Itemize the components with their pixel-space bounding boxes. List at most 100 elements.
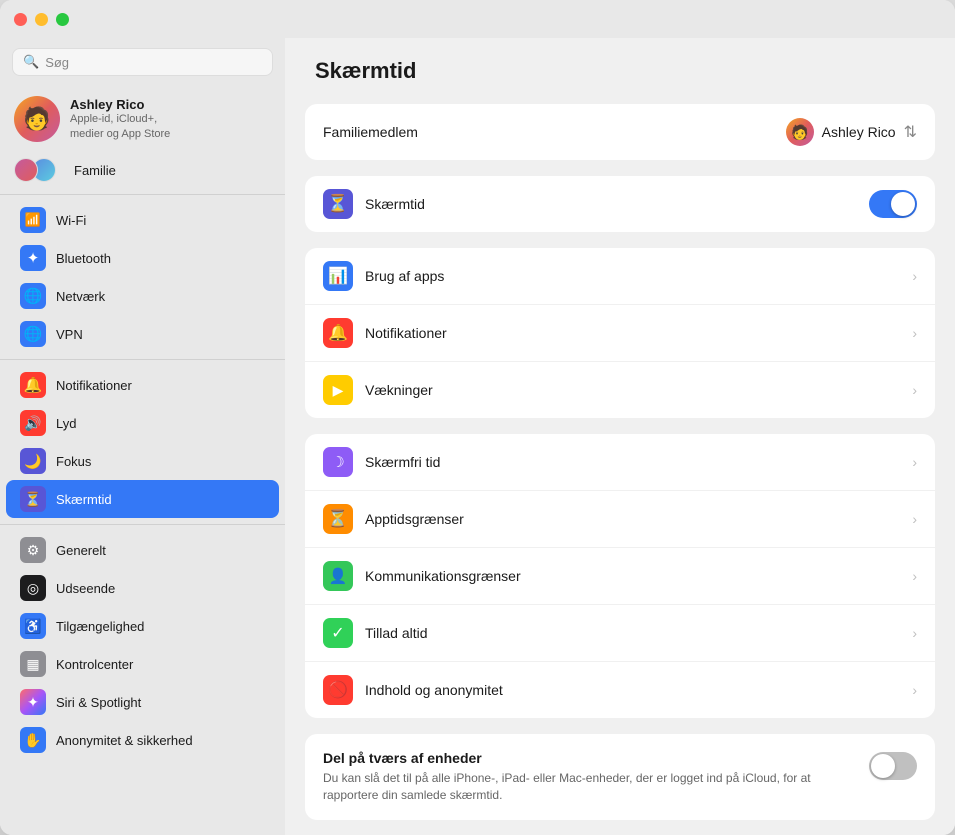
kommunikationsgraenser-row[interactable]: 👤 Kommunikationsgrænser › <box>305 547 935 604</box>
sidebar-item-udseende[interactable]: ◎ Udseende <box>6 569 279 607</box>
share-across-text: Del på tværs af enheder Du kan slå det t… <box>323 750 853 804</box>
minimize-button[interactable] <box>35 13 48 26</box>
row-left: 📊 Brug af apps <box>323 261 444 291</box>
notifikationer-row-icon: 🔔 <box>323 318 353 348</box>
user-name: Ashley Rico <box>70 97 170 112</box>
close-button[interactable] <box>14 13 27 26</box>
share-across-row: Del på tværs af enheder Du kan slå det t… <box>323 750 917 804</box>
sidebar-item-notifikationer[interactable]: 🔔 Notifikationer <box>6 366 279 404</box>
family-member-card: Familiemedlem 🧑 Ashley Rico ⇅ <box>305 104 935 160</box>
page-title: Skærmtid <box>315 58 416 83</box>
famille-avatar-1 <box>14 158 38 182</box>
sidebar-item-label: Fokus <box>56 454 91 469</box>
sidebar-item-anonymitet[interactable]: ✋ Anonymitet & sikkerhed <box>6 721 279 759</box>
screentime-row-icon: ⏳ <box>323 189 353 219</box>
sidebar-item-label: Netværk <box>56 289 105 304</box>
share-across-title: Del på tværs af enheder <box>323 750 853 766</box>
notifikationer-row[interactable]: 🔔 Notifikationer › <box>305 304 935 361</box>
row-left: ⏳ Apptidsgrænser <box>323 504 464 534</box>
usage-rows-card: 📊 Brug af apps › 🔔 Notifikationer › <box>305 248 935 418</box>
chevron-icon: › <box>912 382 917 398</box>
sidebar-item-label: Wi-Fi <box>56 213 86 228</box>
selected-user-avatar: 🧑 <box>786 118 814 146</box>
sidebar-item-familie[interactable]: Familie <box>0 152 285 188</box>
search-bar[interactable]: 🔍 Søg <box>12 48 273 76</box>
chevron-icon: › <box>912 511 917 527</box>
chevron-icon: › <box>912 454 917 470</box>
main-window: 🔍 Søg 🧑 Ashley Rico Apple-id, iCloud+,me… <box>0 0 955 835</box>
sidebar-divider-2 <box>0 359 285 360</box>
notifications-icon: 🔔 <box>20 372 46 398</box>
sidebar-item-label: Udseende <box>56 581 115 596</box>
wifi-icon: 📶 <box>20 207 46 233</box>
row-left: ⏳ Skærmtid <box>323 189 425 219</box>
sidebar-item-siri[interactable]: ✦ Siri & Spotlight <box>6 683 279 721</box>
chevron-icon: › <box>912 268 917 284</box>
family-member-selector[interactable]: 🧑 Ashley Rico ⇅ <box>786 118 917 146</box>
accessibility-icon: ♿ <box>20 613 46 639</box>
sidebar-item-label: Tilgængelighed <box>56 619 144 634</box>
vaekninger-row[interactable]: ▶ Vækninger › <box>305 361 935 418</box>
screentime-toggle-row[interactable]: ⏳ Skærmtid <box>305 176 935 232</box>
sidebar-item-label: Bluetooth <box>56 251 111 266</box>
maximize-button[interactable] <box>56 13 69 26</box>
toggle-knob <box>871 754 895 778</box>
apptidsgraenser-row[interactable]: ⏳ Apptidsgrænser › <box>305 490 935 547</box>
family-member-label: Familiemedlem <box>323 124 418 140</box>
user-info: Ashley Rico Apple-id, iCloud+,medier og … <box>70 97 170 141</box>
network-icon: 🌐 <box>20 283 46 309</box>
kommunikationsgraenser-label: Kommunikationsgrænser <box>365 568 521 584</box>
row-left: ☽ Skærmfri tid <box>323 447 440 477</box>
controlcenter-icon: ▦ <box>20 651 46 677</box>
focus-icon: 🌙 <box>20 448 46 474</box>
famille-label: Familie <box>74 163 116 178</box>
sidebar-item-generelt[interactable]: ⚙ Generelt <box>6 531 279 569</box>
sidebar-item-label: Siri & Spotlight <box>56 695 141 710</box>
indhold-label: Indhold og anonymitet <box>365 682 503 698</box>
skaermfri-tid-row[interactable]: ☽ Skærmfri tid › <box>305 434 935 490</box>
search-icon: 🔍 <box>23 54 39 70</box>
general-icon: ⚙ <box>20 537 46 563</box>
sidebar-item-wifi[interactable]: 📶 Wi-Fi <box>6 201 279 239</box>
row-left: ▶ Vækninger <box>323 375 433 405</box>
sidebar-item-label: Anonymitet & sikkerhed <box>56 733 193 748</box>
sidebar-item-kontrolcenter[interactable]: ▦ Kontrolcenter <box>6 645 279 683</box>
sidebar-item-label: VPN <box>56 327 83 342</box>
stepper-icon: ⇅ <box>904 122 917 142</box>
main-content: Skærmtid Familiemedlem 🧑 Ashley Rico ⇅ <box>285 38 955 835</box>
sidebar-item-tilgaengelighed[interactable]: ♿ Tilgængelighed <box>6 607 279 645</box>
brug-af-apps-icon: 📊 <box>323 261 353 291</box>
indhold-og-anonymitet-row[interactable]: 🚫 Indhold og anonymitet › <box>305 661 935 718</box>
skaermfri-icon: ☽ <box>323 447 353 477</box>
tillad-altid-icon: ✓ <box>323 618 353 648</box>
row-left: ✓ Tillad altid <box>323 618 428 648</box>
chevron-icon: › <box>912 325 917 341</box>
chevron-icon: › <box>912 682 917 698</box>
sidebar-item-bluetooth[interactable]: ✦ Bluetooth <box>6 239 279 277</box>
brug-af-apps-row[interactable]: 📊 Brug af apps › <box>305 248 935 304</box>
chevron-icon: › <box>912 568 917 584</box>
family-member-row: Familiemedlem 🧑 Ashley Rico ⇅ <box>305 104 935 160</box>
main-header: Skærmtid <box>285 38 955 94</box>
share-across-toggle[interactable] <box>869 752 917 780</box>
sidebar-item-netvaerk[interactable]: 🌐 Netværk <box>6 277 279 315</box>
apptidsgraenser-label: Apptidsgrænser <box>365 511 464 527</box>
user-profile-item[interactable]: 🧑 Ashley Rico Apple-id, iCloud+,medier o… <box>0 86 285 152</box>
appearance-icon: ◎ <box>20 575 46 601</box>
sidebar-item-fokus[interactable]: 🌙 Fokus <box>6 442 279 480</box>
sidebar-item-lyd[interactable]: 🔊 Lyd <box>6 404 279 442</box>
screentime-toggle[interactable] <box>869 190 917 218</box>
vaekninger-icon: ▶ <box>323 375 353 405</box>
titlebar <box>0 0 955 38</box>
apptidsgraenser-icon: ⏳ <box>323 504 353 534</box>
tillad-altid-row[interactable]: ✓ Tillad altid › <box>305 604 935 661</box>
sidebar-item-label: Generelt <box>56 543 106 558</box>
screentime-icon: ⏳ <box>20 486 46 512</box>
sidebar-item-label: Kontrolcenter <box>56 657 133 672</box>
sidebar-item-skaermtid[interactable]: ⏳ Skærmtid <box>6 480 279 518</box>
sidebar-divider-1 <box>0 194 285 195</box>
skaermfri-label: Skærmfri tid <box>365 454 440 470</box>
tillad-altid-label: Tillad altid <box>365 625 428 641</box>
notifikationer-row-label: Notifikationer <box>365 325 447 341</box>
sidebar-item-vpn[interactable]: 🌐 VPN <box>6 315 279 353</box>
